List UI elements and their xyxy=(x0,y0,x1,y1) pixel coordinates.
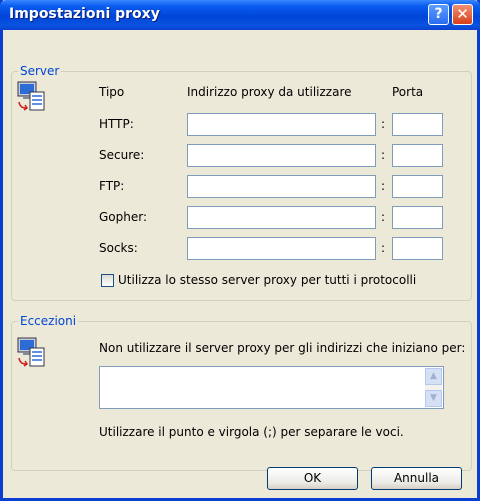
exceptions-legend: Eccezioni xyxy=(20,314,77,328)
secure-label: Secure: xyxy=(99,148,145,162)
socks-colon: : xyxy=(381,241,386,255)
http-label: HTTP: xyxy=(99,117,134,131)
ftp-address-input[interactable] xyxy=(187,175,376,198)
port-header: Porta xyxy=(392,85,424,99)
gopher-address-input[interactable] xyxy=(187,206,376,229)
http-port-input[interactable] xyxy=(392,113,443,136)
socks-label: Socks: xyxy=(99,241,138,255)
scroll-down-icon[interactable]: ▼ xyxy=(425,390,442,407)
dialog-content: Server Tipo Indirizzo proxy da utilizzar… xyxy=(3,30,477,498)
exceptions-instruction: Non utilizzare il server proxy per gli i… xyxy=(99,341,466,355)
gopher-port-input[interactable] xyxy=(392,206,443,229)
gopher-colon: : xyxy=(381,210,386,224)
exceptions-scrollbar[interactable]: ▲ ▼ xyxy=(425,368,442,407)
exceptions-hint: Utilizzare il punto e virgola (;) per se… xyxy=(99,425,404,439)
address-header: Indirizzo proxy da utilizzare xyxy=(187,85,352,99)
network-computer-icon xyxy=(17,81,45,111)
tipo-header: Tipo xyxy=(99,85,125,99)
scroll-up-icon[interactable]: ▲ xyxy=(425,368,442,385)
secure-address-input[interactable] xyxy=(187,144,376,167)
secure-colon: : xyxy=(381,148,386,162)
ok-button[interactable]: OK xyxy=(267,467,358,490)
help-button[interactable]: ? xyxy=(428,4,449,25)
same-proxy-checkbox[interactable] xyxy=(101,274,114,287)
socks-port-input[interactable] xyxy=(392,237,443,260)
socks-address-input[interactable] xyxy=(187,237,376,260)
secure-port-input[interactable] xyxy=(392,144,443,167)
http-colon: : xyxy=(381,117,386,131)
ftp-port-input[interactable] xyxy=(392,175,443,198)
window-title: Impostazioni proxy xyxy=(9,6,160,22)
close-button[interactable]: ✕ xyxy=(452,4,473,25)
gopher-label: Gopher: xyxy=(99,210,148,224)
cancel-button[interactable]: Annulla xyxy=(371,467,462,490)
ftp-colon: : xyxy=(381,179,386,193)
same-proxy-label[interactable]: Utilizza lo stesso server proxy per tutt… xyxy=(118,273,416,287)
server-legend: Server xyxy=(20,64,60,78)
title-bar[interactable]: Impostazioni proxy ? ✕ xyxy=(0,0,480,30)
network-computer-icon xyxy=(17,337,45,367)
ftp-label: FTP: xyxy=(99,179,125,193)
proxy-settings-dialog: Impostazioni proxy ? ✕ Server Tipo Indir… xyxy=(0,0,480,501)
exceptions-textarea[interactable]: ▲ ▼ xyxy=(99,366,444,409)
http-address-input[interactable] xyxy=(187,113,376,136)
